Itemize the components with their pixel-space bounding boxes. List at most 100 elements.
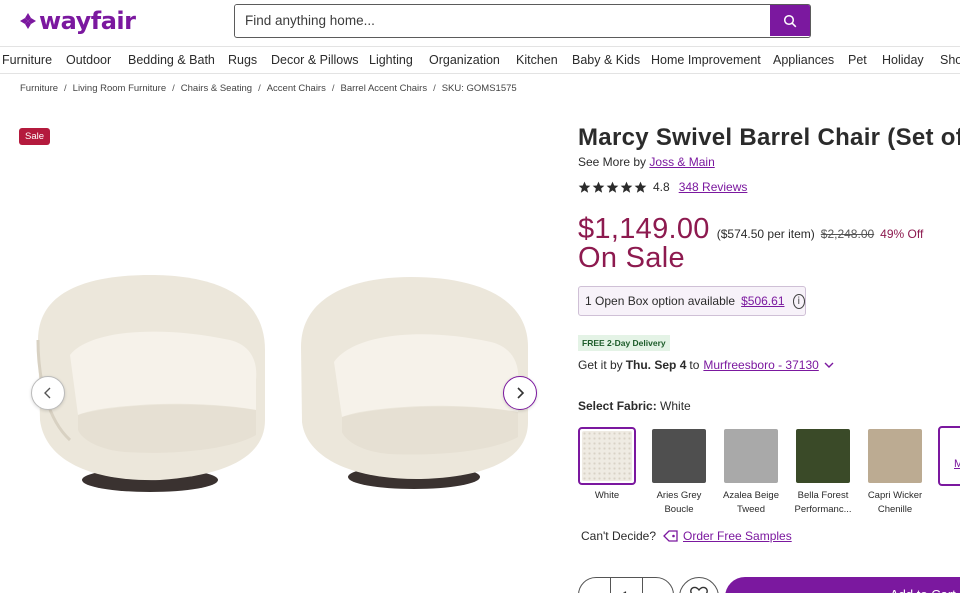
see-more-by: See More by Joss & Main [578, 155, 715, 169]
delivery-prefix: Get it by [578, 358, 623, 372]
swatch-label: Capri Wicker Chenille [867, 490, 923, 515]
open-box-text: 1 Open Box option available [585, 294, 736, 308]
cant-decide-text: Can't Decide? [581, 529, 656, 543]
chevron-down-icon[interactable] [823, 360, 835, 370]
nav-item-lighting[interactable]: Lighting [369, 53, 413, 67]
nav-item-home-improvement[interactable]: Home Improvement [651, 53, 761, 67]
logo-text: wayfair [39, 7, 136, 35]
search-button[interactable] [770, 5, 810, 36]
heart-icon [690, 586, 708, 593]
swatch-white[interactable]: White [572, 427, 642, 503]
add-to-cart-button[interactable]: Add to Cart [725, 577, 960, 593]
star-rating [578, 181, 647, 194]
swatch-frame [794, 427, 852, 485]
swatch-azalea-beige-tweed[interactable]: Azalea Beige Tweed [716, 427, 786, 517]
fabric-selector-label: Select Fabric: White [578, 399, 691, 413]
nav-item-pet[interactable]: Pet [848, 53, 867, 67]
nav-item-appliances[interactable]: Appliances [773, 53, 834, 67]
brand-link[interactable]: Joss & Main [649, 155, 714, 169]
rating-row: 4.8 348 Reviews [578, 180, 747, 194]
swatch-frame [578, 427, 636, 485]
swatch-color [796, 429, 850, 483]
product-image-chair-left[interactable] [30, 270, 270, 495]
nav-item-shop[interactable]: Sho [940, 53, 960, 67]
star-icon [592, 181, 605, 193]
swatch-frame [722, 427, 780, 485]
next-image-button[interactable] [503, 376, 537, 410]
swatch-bella-forest[interactable]: Bella Forest Performanc... [788, 427, 858, 517]
star-icon [634, 181, 647, 193]
search-bar [234, 4, 811, 38]
open-box-price-link[interactable]: $506.61 [741, 294, 784, 308]
fabric-selected-value: White [660, 399, 691, 413]
category-nav: Furniture Outdoor Bedding & Bath Rugs De… [0, 46, 960, 74]
swatch-aries-grey-boucle[interactable]: Aries Grey Boucle [644, 427, 714, 517]
quantity-value[interactable]: 1 [622, 589, 629, 593]
swatch-label: Aries Grey Boucle [656, 490, 702, 515]
decrement-button[interactable]: − [589, 589, 597, 593]
nav-item-holiday[interactable]: Holiday [882, 53, 924, 67]
breadcrumb-separator: / [258, 83, 261, 94]
breadcrumb-living-room[interactable]: Living Room Furniture [73, 83, 166, 94]
swatch-color [868, 429, 922, 483]
sale-badge: Sale [19, 128, 51, 145]
stepper-divider [610, 578, 611, 593]
swatch-capri-wicker-chenille[interactable]: Capri Wicker Chenille [860, 427, 930, 517]
info-icon[interactable]: i [792, 293, 805, 309]
wayfair-pinwheel-icon [20, 13, 36, 29]
discount-percent: 49% Off [880, 227, 924, 241]
tag-icon [663, 530, 678, 542]
previous-image-button[interactable] [31, 376, 65, 410]
search-input[interactable] [235, 5, 771, 36]
see-more-prefix: See More by [578, 155, 647, 169]
swatch-color [652, 429, 706, 483]
free-samples-row: Can't Decide? Order Free Samples [581, 529, 792, 543]
swatch-label: Bella Forest Performanc... [794, 490, 852, 515]
swatch-label: Azalea Beige Tweed [723, 490, 779, 515]
stepper-divider [642, 578, 643, 593]
breadcrumb-separator: / [331, 83, 335, 94]
on-sale-label: On Sale [578, 242, 685, 274]
nav-item-organization[interactable]: Organization [429, 53, 500, 67]
breadcrumb-separator: / [64, 83, 67, 94]
swatch-color [724, 429, 778, 483]
breadcrumb-accent-chairs[interactable]: Accent Chairs [267, 83, 326, 94]
quantity-stepper: − 1 + [578, 577, 674, 593]
rating-value: 4.8 [653, 180, 670, 194]
more-swatches-button[interactable]: M [938, 426, 960, 486]
product-image-chair-right[interactable] [296, 272, 532, 494]
order-samples-link[interactable]: Order Free Samples [683, 529, 792, 543]
nav-item-baby-kids[interactable]: Baby & Kids [572, 53, 640, 67]
nav-item-decor-pillows[interactable]: Decor & Pillows [271, 53, 359, 67]
chevron-right-icon [517, 387, 525, 399]
breadcrumb-chairs-seating[interactable]: Chairs & Seating [181, 83, 252, 94]
breadcrumb-furniture[interactable]: Furniture [20, 83, 58, 94]
delivery-to: to [689, 358, 700, 372]
search-icon [783, 14, 797, 27]
star-icon [606, 181, 619, 193]
delivery-location-link[interactable]: Murfreesboro - 37130 [703, 358, 818, 372]
favorite-button[interactable] [679, 577, 719, 593]
breadcrumb-barrel-accent-chairs[interactable]: Barrel Accent Chairs [340, 83, 427, 94]
reviews-link[interactable]: 348 Reviews [679, 180, 748, 194]
delivery-date: Thu. Sep 4 [625, 358, 687, 372]
per-item-price: ($574.50 per item) [716, 227, 815, 241]
star-icon [620, 181, 633, 193]
increment-button[interactable]: + [652, 588, 660, 593]
breadcrumb: Furniture / Living Room Furniture / Chairs &… [20, 83, 517, 94]
nav-item-rugs[interactable]: Rugs [228, 53, 257, 67]
delivery-estimate: Get it by Thu. Sep 4 to Murfreesboro - 3… [578, 358, 835, 372]
nav-item-bedding-bath[interactable]: Bedding & Bath [128, 53, 215, 67]
original-price: $2,248.00 [820, 227, 875, 241]
swatch-frame [866, 427, 924, 485]
nav-item-kitchen[interactable]: Kitchen [516, 53, 558, 67]
breadcrumb-separator: / [172, 83, 175, 94]
breadcrumb-separator: / [433, 83, 436, 94]
nav-item-outdoor[interactable]: Outdoor [66, 53, 111, 67]
wayfair-logo[interactable]: wayfair [19, 7, 136, 35]
header: wayfair [0, 0, 960, 46]
open-box-option[interactable]: 1 Open Box option available $506.61 i [578, 286, 806, 316]
free-delivery-badge: FREE 2-Day Delivery [578, 335, 670, 351]
fabric-label-text: Select Fabric: [578, 399, 657, 413]
nav-item-furniture[interactable]: Furniture [2, 53, 52, 67]
